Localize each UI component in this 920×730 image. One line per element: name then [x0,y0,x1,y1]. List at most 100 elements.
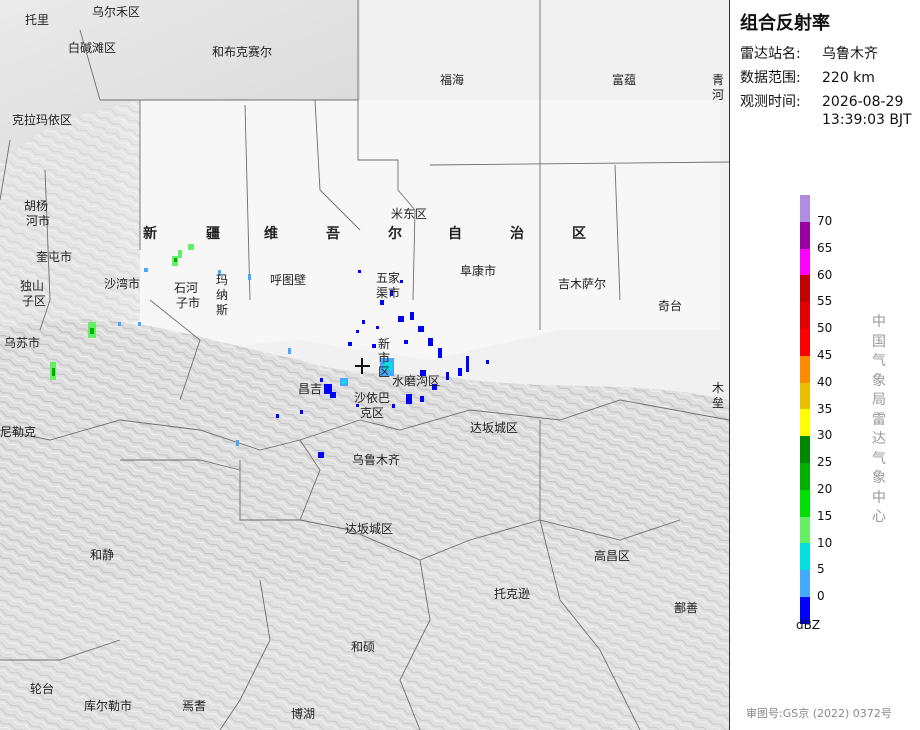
place-label: 纳 [216,288,228,302]
region-char: 区 [572,226,586,242]
place-label: 克区 [360,406,384,420]
place-label: 达坂城区 [345,522,393,536]
range-row: 数据范围: 220 km [740,67,875,87]
place-label: 白碱滩区 [68,40,116,55]
legend-swatch [800,409,810,437]
place-label: 奎屯市 [36,249,72,264]
legend-tick-label: 30 [817,428,833,443]
place-label: 青 [712,73,724,87]
legend-tick-label: 70 [817,214,833,228]
place-label: 克拉玛依区 [12,112,72,127]
legend-tick-label: 65 [817,240,833,255]
place-label: 水磨沟区 [392,374,440,388]
legend-swatch [800,462,810,490]
radar-viewer: 新 疆 维 吾 尔 自 治 区 托里 乌尔禾区 白碱滩区 和布克赛尔 福海 富蕴… [0,0,920,730]
time-clock: 13:39:03 BJT [822,112,912,128]
place-label: 鄯善 [674,600,698,615]
place-label: 子区 [22,294,46,308]
legend-tick-label: 35 [817,401,833,416]
legend-unit: dBZ [796,618,821,632]
legend-swatch [800,302,810,329]
place-label: 富蕴 [612,72,636,87]
place-label: 尼勒克 [0,425,36,439]
legend-swatch [800,355,810,383]
place-label: 奇台 [658,298,682,313]
place-label: 独山 [20,279,44,293]
product-title: 组合反射率 [740,13,830,34]
place-label: 米东区 [391,207,427,221]
station-row: 雷达站名: 乌鲁木齐 [740,43,878,63]
legend-swatch [800,382,810,410]
color-legend [800,195,810,624]
place-label: 博湖 [291,706,315,721]
place-label: 河市 [26,213,50,228]
legend-tick-label: 0 [817,589,825,604]
place-label: 市 [378,350,390,365]
station-value: 乌鲁木齐 [822,46,878,62]
place-label: 托克逊 [494,587,530,601]
legend-tick-label: 20 [817,482,833,496]
map-canvas: 新 疆 维 吾 尔 自 治 区 托里 乌尔禾区 白碱滩区 和布克赛尔 福海 富蕴… [0,0,729,730]
legend-tick-label: 50 [817,321,833,336]
legend-tick-label: 60 [817,267,833,282]
place-label: 和静 [90,548,114,562]
region-char: 自 [448,225,462,242]
legend-swatch [800,436,810,463]
place-label: 乌苏市 [4,335,40,350]
place-label: 乌鲁木齐 [352,452,400,467]
approval-number: 审图号:GS京 (2022) 0372号 [746,707,892,720]
legend-swatch [800,275,810,303]
legend-tick-label: 45 [817,348,833,362]
place-label: 昌吉 [298,382,322,396]
legend-tick-label: 10 [817,535,833,550]
legend-swatch [800,195,810,222]
place-label: 库尔勒市 [84,698,132,713]
time-date: 2026-08-29 [822,94,904,110]
region-char: 治 [510,225,524,242]
region-char: 尔 [388,225,402,242]
organization-name: 中国气象局雷达气象中心 [872,314,886,525]
radar-map[interactable]: 新 疆 维 吾 尔 自 治 区 托里 乌尔禾区 白碱滩区 和布克赛尔 福海 富蕴… [0,0,729,730]
legend-swatch [800,328,810,356]
region-char: 吾 [326,226,340,242]
place-label: 垒 [712,396,724,410]
region-char: 新 [143,225,157,242]
place-label: 石河 [174,281,198,295]
legend-swatch [800,516,810,544]
place-label: 河 [712,88,724,102]
place-label: 和布克赛尔 [212,44,272,59]
legend-tick-label: 15 [817,508,833,523]
legend-tick-label: 55 [817,294,833,309]
info-panel: 组合反射率 雷达站名: 乌鲁木齐 数据范围: 220 km 观测时间: 2026-08… [729,0,920,730]
place-label: 轮台 [30,681,54,696]
place-label: 子市 [176,295,200,310]
place-label: 斯 [216,303,228,317]
legend-tick-label: 40 [817,374,833,389]
place-label: 乌尔禾区 [92,4,140,19]
place-label: 五家 [376,270,400,285]
place-label: 渠市 [376,285,400,300]
region-char: 疆 [206,226,220,242]
legend-swatch [800,221,810,249]
time-row: 观测时间: 2026-08-29 [740,91,903,111]
legend-tick-label: 5 [817,562,825,577]
place-label: 达坂城区 [470,421,518,435]
legend-swatch [800,248,810,276]
place-label: 高昌区 [594,548,630,563]
range-value: 220 km [822,70,875,86]
legend-swatch [800,570,810,597]
legend-tick-label: 25 [817,455,833,470]
place-label: 区 [378,365,390,379]
place-label: 新 [378,336,390,351]
place-label: 和硕 [351,640,375,654]
place-label: 焉耆 [182,699,206,713]
place-label: 阜康市 [460,263,496,278]
legend-swatch [800,489,810,517]
place-label: 福海 [440,72,464,87]
place-label: 沙依巴 [354,390,390,405]
range-label: 数据范围: [740,70,801,86]
legend-swatch [800,543,810,571]
place-label: 沙湾市 [104,276,140,291]
place-label: 玛 [216,273,228,287]
place-label: 吉木萨尔 [558,276,606,291]
